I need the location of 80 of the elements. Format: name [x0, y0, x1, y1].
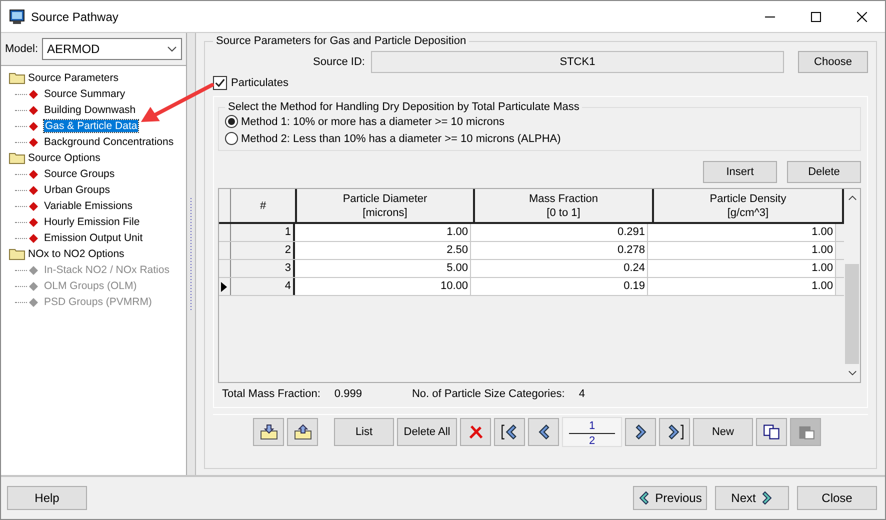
help-button[interactable]: Help [7, 486, 87, 510]
tree-item[interactable]: Source Summary [44, 88, 126, 100]
tree-item[interactable]: Gas & Particle Data [44, 120, 138, 132]
scroll-down-icon[interactable] [848, 370, 856, 376]
chevron-right-icon [760, 491, 773, 505]
method-title: Select the Method for Handling Dry Deposition by Total Particulate Mass [227, 101, 580, 113]
copy-button[interactable] [756, 418, 787, 446]
column-header: Mass Fraction [0 to 1] [475, 189, 654, 222]
source-id-field[interactable]: STCK1 [370, 51, 784, 73]
new-button[interactable]: New [693, 418, 753, 446]
tree-item[interactable]: NOx to NO2 Options [28, 248, 124, 260]
tree-item[interactable]: Building Downwash [44, 104, 136, 116]
table-cell: 5.00 [295, 260, 471, 277]
column-header: # [231, 189, 297, 222]
model-label: Model: [5, 43, 38, 55]
tree-item[interactable]: Source Options [28, 152, 100, 164]
previous-button[interactable]: Previous [633, 486, 707, 510]
folder-icon [9, 72, 25, 84]
model-dropdown[interactable]: AERMOD [42, 38, 182, 60]
method-label: Method 2: Less than 10% has a diameter >= 10 microns (ALPHA) [241, 132, 561, 144]
tree-item[interactable]: Source Groups [44, 168, 115, 180]
table-cell: 0.278 [471, 242, 648, 259]
list-button[interactable]: List [334, 418, 394, 446]
table-cell: 10.00 [295, 278, 471, 295]
table-cell: 1.00 [648, 224, 836, 241]
table-cell: 1.00 [295, 224, 471, 241]
page-count: 2 [588, 435, 596, 447]
first-record-button[interactable] [494, 418, 525, 446]
export-button[interactable] [287, 418, 318, 446]
folder-icon [9, 152, 25, 164]
table-cell: 0.24 [471, 260, 648, 277]
tray-up-arrow-icon [294, 424, 312, 440]
tree-item[interactable]: Variable Emissions [44, 200, 133, 212]
particulates-label: Particulates [231, 77, 288, 89]
method-radio[interactable] [225, 132, 238, 145]
delete-button[interactable]: Delete [787, 161, 861, 183]
copy-icon [762, 424, 780, 440]
next-record-button[interactable] [625, 418, 656, 446]
column-header: Particle Diameter [microns] [297, 189, 475, 222]
chevron-left-icon [638, 491, 650, 505]
scroll-up-icon[interactable] [848, 195, 856, 201]
total-value: 4 [578, 388, 585, 400]
close-button[interactable]: Close [797, 486, 877, 510]
table-cell: 0.19 [471, 278, 648, 295]
next-button[interactable]: Next [715, 486, 789, 510]
total-value: 0.999 [334, 388, 362, 400]
window-title: Source Pathway [31, 10, 118, 24]
table-cell: 2.50 [295, 242, 471, 259]
page-number: 1 [588, 420, 596, 432]
paste-icon [796, 424, 814, 440]
tree-item[interactable]: Background Concentrations [44, 136, 174, 148]
previous-record-button[interactable] [528, 418, 559, 446]
tree-item[interactable]: Hourly Emission File [44, 216, 140, 228]
tree-item[interactable]: Urban Groups [44, 184, 110, 196]
table-cell: 1.00 [648, 260, 836, 277]
dropdown-chevron-icon [167, 46, 178, 52]
import-button[interactable] [253, 418, 284, 446]
method-radio[interactable] [225, 115, 238, 128]
tree-item[interactable]: Source Parameters [28, 72, 118, 84]
app-icon [9, 8, 25, 24]
delete-all-button[interactable]: Delete All [397, 418, 457, 446]
total-label: Total Mass Fraction: [222, 388, 320, 400]
group-title: Source Parameters for Gas and Particle Deposition [215, 35, 468, 47]
first-icon [500, 424, 518, 440]
delete-record-button[interactable] [460, 418, 491, 446]
particulates-checkbox[interactable] [213, 76, 227, 90]
table-cell: 1.00 [648, 278, 836, 295]
insert-button[interactable]: Insert [703, 161, 777, 183]
total-label: No. of Particle Size Categories: [412, 388, 565, 400]
scrollbar-thumb[interactable] [845, 264, 859, 364]
source-id-label: Source ID: [313, 56, 365, 68]
table-cell: 1.00 [648, 242, 836, 259]
tray-down-arrow-icon [260, 424, 278, 440]
folder-icon [9, 248, 25, 260]
last-record-button[interactable] [659, 418, 690, 446]
choose-button[interactable]: Choose [798, 51, 868, 73]
table-cell: 0.291 [471, 224, 648, 241]
tree-item[interactable]: Emission Output Unit [44, 232, 143, 244]
method-label: Method 1: 10% or more has a diameter >= 10 microns [241, 116, 505, 128]
cross-icon [466, 424, 484, 440]
